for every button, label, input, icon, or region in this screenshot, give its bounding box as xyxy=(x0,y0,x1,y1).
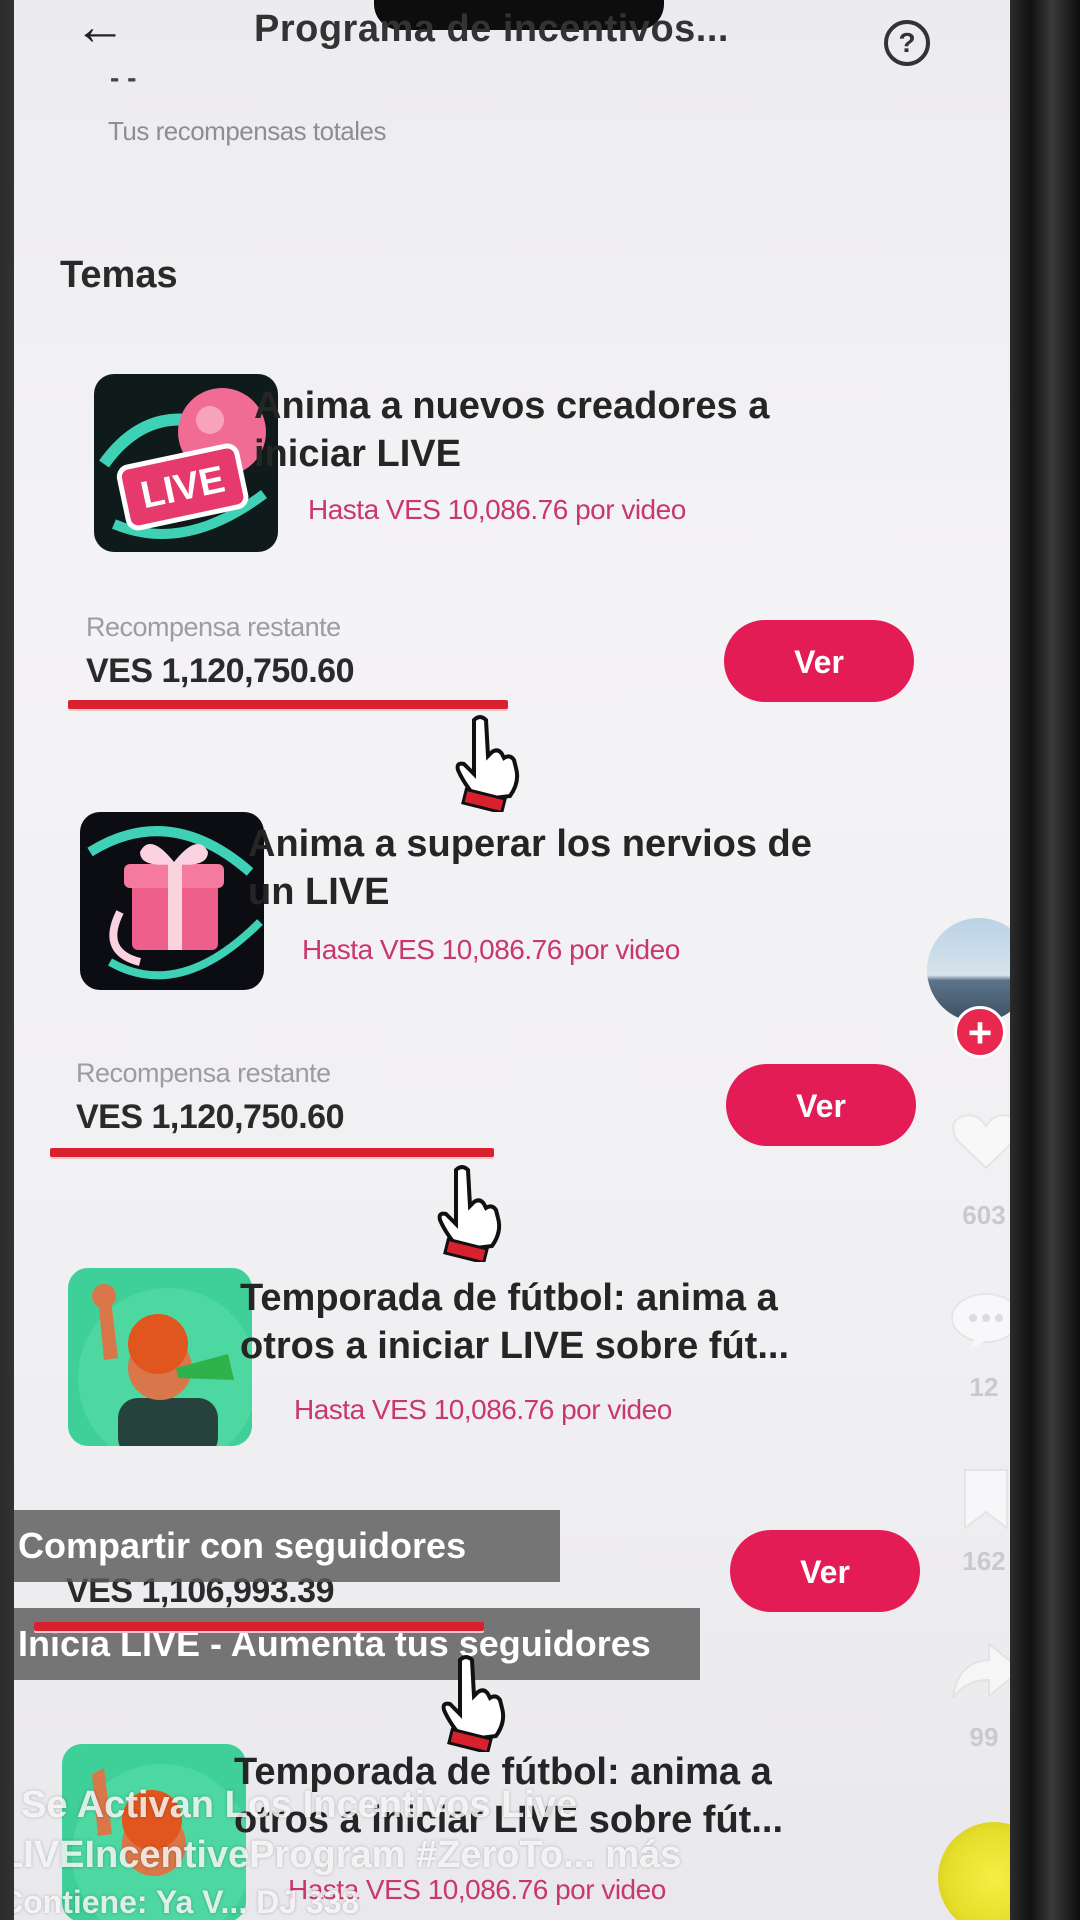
follow-plus-icon[interactable]: + xyxy=(954,1006,1006,1058)
total-rewards-value: - - xyxy=(110,62,137,93)
card-title-line2: otros a iniciar LIVE sobre fút... xyxy=(240,1325,789,1367)
page-header: ← Programa de incentivos... ? xyxy=(14,0,1014,90)
hand-pointer-icon xyxy=(455,715,520,812)
red-underline xyxy=(34,1622,484,1631)
hand-pointer-icon xyxy=(441,1655,506,1752)
share-icon[interactable] xyxy=(949,1640,1014,1702)
ver-button[interactable]: Ver xyxy=(730,1530,920,1612)
football-fan-icon xyxy=(78,1284,252,1446)
comment-icon[interactable] xyxy=(949,1290,1014,1352)
live-badge-icon: LIVE xyxy=(99,388,267,539)
card-reward-rate: Hasta VES 10,086.76 por video xyxy=(294,1394,672,1425)
card-reward-rate: Hasta VES 10,086.76 por video xyxy=(302,934,680,965)
gift-thumbnail[interactable] xyxy=(80,812,264,990)
section-title-temas: Temas xyxy=(60,254,178,296)
card-title[interactable]: Anima a superar los nervios de un LIVE xyxy=(248,820,928,916)
card-title-line2: un LIVE xyxy=(248,871,390,913)
gift-box-icon xyxy=(87,826,263,980)
video-description-line3: Contiene: Ya V... DJ 338 xyxy=(14,1884,360,1920)
share-count: 99 xyxy=(969,1722,999,1752)
ver-button[interactable]: Ver xyxy=(724,620,914,702)
remaining-reward-label: Recompensa restante xyxy=(86,612,341,642)
live-badge-thumbnail[interactable]: LIVE xyxy=(94,374,278,552)
ver-button[interactable]: Ver xyxy=(726,1064,916,1146)
card-title[interactable]: Temporada de fútbol: anima a otros a ini… xyxy=(240,1274,940,1370)
card-title-line1: Anima a superar los nervios de xyxy=(248,823,812,865)
card-title-line1: Anima a nuevos creadores a xyxy=(254,385,770,427)
help-icon[interactable]: ? xyxy=(884,20,930,66)
video-description-line1: / Se Activan Los Incentivos Live xyxy=(14,1784,578,1826)
heart-icon[interactable] xyxy=(949,1110,1014,1172)
red-underline xyxy=(68,700,508,709)
remaining-reward-value: VES 1,120,750.60 xyxy=(76,1098,345,1136)
hand-pointer-icon xyxy=(437,1165,502,1262)
red-underline xyxy=(50,1148,494,1157)
back-arrow-icon[interactable]: ← xyxy=(74,1,134,53)
share-caption: Compartir con seguidores xyxy=(14,1510,560,1582)
remaining-reward-label: Recompensa restante xyxy=(76,1058,331,1088)
card-title-line2: iniciar LIVE xyxy=(254,433,461,475)
app-screen: ← Programa de incentivos... ? - - Tus re… xyxy=(14,0,1014,1920)
card-title[interactable]: Anima a nuevos creadores a iniciar LIVE xyxy=(254,382,854,478)
save-count: 162 xyxy=(962,1546,1006,1576)
bookmark-icon[interactable] xyxy=(949,1468,1014,1530)
live-caption: Inicia LIVE - Aumenta tus seguidores xyxy=(14,1608,700,1680)
remaining-reward-value: VES 1,120,750.60 xyxy=(86,652,355,690)
page-title: Programa de incentivos... xyxy=(254,8,729,50)
comment-count: 12 xyxy=(969,1372,999,1402)
like-count: 603 xyxy=(962,1200,1006,1230)
card-title-line1: Temporada de fútbol: anima a xyxy=(240,1277,778,1319)
football-thumbnail[interactable] xyxy=(68,1268,252,1446)
phone-frame-right xyxy=(1010,0,1080,1920)
share-caption-text: Compartir con seguidores xyxy=(18,1525,467,1566)
card-reward-rate: Hasta VES 10,086.76 por video xyxy=(308,494,686,525)
video-description-line2[interactable]: LIVEIncentiveProgram #ZeroTo... más xyxy=(14,1834,681,1877)
total-rewards-label: Tus recompensas totales xyxy=(108,116,387,146)
